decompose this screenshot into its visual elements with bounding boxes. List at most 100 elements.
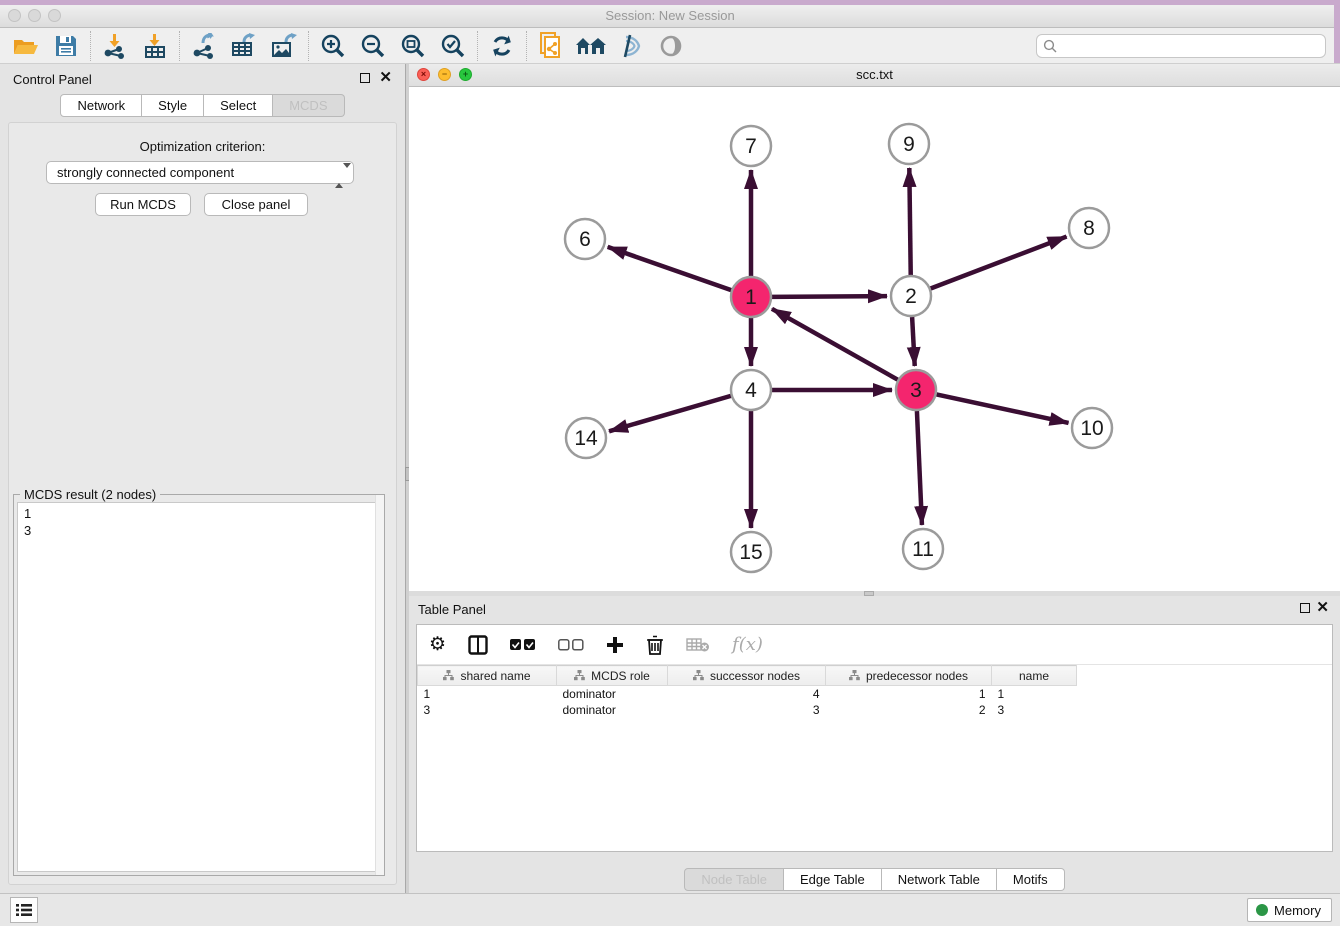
toolbar-separator	[477, 31, 478, 61]
column-predecessor-nodes[interactable]: predecessor nodes	[826, 666, 992, 686]
search-icon	[1043, 39, 1057, 58]
edge-1-6[interactable]	[608, 247, 732, 290]
table-row[interactable]: 1 dominator 4 1 1	[418, 686, 1333, 702]
show-graphics-icon[interactable]	[651, 31, 691, 61]
zoom-window-icon[interactable]	[48, 9, 61, 22]
mcds-result-scrollbar[interactable]	[375, 495, 384, 875]
graph-node-label: 14	[574, 427, 598, 450]
column-successor-nodes[interactable]: successor nodes	[668, 666, 826, 686]
table-panel: Table Panel ✕ ⚙	[409, 596, 1340, 866]
new-network-icon[interactable]	[531, 31, 571, 61]
close-network-icon[interactable]: ×	[417, 68, 430, 81]
settings-gear-icon[interactable]: ⚙	[429, 633, 446, 656]
hide-graphics-icon[interactable]	[611, 31, 651, 61]
criterion-value: strongly connected component	[57, 165, 234, 180]
column-layout-icon[interactable]	[468, 635, 488, 655]
search-input[interactable]	[1036, 34, 1326, 58]
graph-node-label: 11	[912, 538, 934, 561]
toolbar-separator	[90, 31, 91, 61]
float-table-panel-icon[interactable]	[1300, 603, 1310, 613]
desktop-strip	[1334, 5, 1340, 63]
node-table: shared name MCDS role successor nodes pr…	[417, 665, 1332, 718]
graph-node-label: 15	[739, 541, 762, 564]
open-session-icon[interactable]	[6, 31, 46, 61]
zoom-fit-icon[interactable]	[393, 31, 433, 61]
close-panel-icon[interactable]: ✕	[379, 73, 392, 83]
tab-select[interactable]: Select	[204, 94, 273, 117]
deselect-all-icon[interactable]	[558, 639, 584, 651]
tab-edge-table[interactable]: Edge Table	[784, 868, 882, 891]
edge-3-10[interactable]	[937, 394, 1069, 423]
application-window: Session: New Session	[0, 0, 1340, 926]
control-panel: Control Panel ✕ Network Style Select MCD…	[0, 64, 405, 893]
edge-2-3[interactable]	[912, 317, 915, 366]
table-row[interactable]: 3 dominator 3 2 3	[418, 702, 1333, 718]
mcds-panel-body: Optimization criterion: strongly connect…	[8, 122, 397, 885]
tab-network[interactable]: Network	[60, 94, 142, 117]
toolbar-separator	[526, 31, 527, 61]
network-view-window: × − + scc.txt 7968124314101511	[409, 64, 1340, 591]
table-header-row: shared name MCDS role successor nodes pr…	[418, 666, 1333, 686]
delete-trash-icon[interactable]	[646, 635, 664, 655]
zoom-selected-icon[interactable]	[433, 31, 473, 61]
add-column-icon[interactable]	[606, 636, 624, 654]
criterion-select[interactable]: strongly connected component	[46, 161, 354, 184]
graph-node-label: 9	[903, 133, 915, 156]
close-panel-button[interactable]: Close panel	[204, 193, 308, 216]
edge-3-1[interactable]	[772, 309, 898, 380]
toolbar-separator	[308, 31, 309, 61]
minimize-network-icon[interactable]: −	[438, 68, 451, 81]
tab-style[interactable]: Style	[142, 94, 204, 117]
maximize-network-icon[interactable]: +	[459, 68, 472, 81]
zoom-in-icon[interactable]	[313, 31, 353, 61]
main-toolbar	[0, 28, 1340, 64]
close-table-panel-icon[interactable]: ✕	[1316, 603, 1329, 613]
panel-list-button[interactable]	[10, 897, 38, 923]
graph-node-label: 4	[745, 379, 757, 402]
save-session-icon[interactable]	[46, 31, 86, 61]
column-mcds-role[interactable]: MCDS role	[557, 666, 668, 686]
search-field-wrap	[1036, 34, 1326, 58]
column-name[interactable]: name	[992, 666, 1077, 686]
control-panel-tabs: Network Style Select MCDS	[0, 94, 405, 117]
export-image-icon[interactable]	[264, 31, 304, 61]
tab-node-table[interactable]: Node Table	[684, 868, 784, 891]
network-graph[interactable]: 7968124314101511	[409, 87, 1340, 590]
import-table-icon[interactable]	[135, 31, 175, 61]
function-fx-icon[interactable]: f(x)	[732, 634, 763, 655]
edge-1-2[interactable]	[772, 296, 887, 297]
mcds-result-text[interactable]: 1 3	[17, 502, 381, 872]
column-shared-name[interactable]: shared name	[418, 666, 557, 686]
control-panel-title: Control Panel	[13, 72, 92, 87]
select-stepper-icon	[335, 165, 345, 186]
zoom-out-icon[interactable]	[353, 31, 393, 61]
graph-node-label: 10	[1080, 417, 1103, 440]
float-panel-icon[interactable]	[360, 73, 370, 83]
graph-node-label: 1	[745, 286, 757, 309]
memory-label: Memory	[1274, 903, 1321, 918]
app-titlebar: Session: New Session	[0, 5, 1340, 28]
network-canvas[interactable]: 7968124314101511	[409, 87, 1340, 590]
home-icon[interactable]	[571, 31, 611, 61]
minimize-window-icon[interactable]	[28, 9, 41, 22]
export-table-icon[interactable]	[224, 31, 264, 61]
import-network-icon[interactable]	[95, 31, 135, 61]
refresh-icon[interactable]	[482, 31, 522, 61]
edge-4-14[interactable]	[609, 396, 731, 431]
tab-mcds[interactable]: MCDS	[273, 94, 344, 117]
table-toolbar: ⚙ f(x)	[417, 625, 1332, 665]
delete-table-icon[interactable]	[686, 637, 710, 653]
close-window-icon[interactable]	[8, 9, 21, 22]
export-network-icon[interactable]	[184, 31, 224, 61]
graph-node-label: 7	[745, 135, 757, 158]
tab-motifs[interactable]: Motifs	[997, 868, 1065, 891]
edge-3-11[interactable]	[917, 411, 922, 525]
tab-network-table[interactable]: Network Table	[882, 868, 997, 891]
optimization-criterion-label: Optimization criterion:	[9, 139, 396, 154]
edge-2-9[interactable]	[909, 168, 910, 275]
graph-node-label: 8	[1083, 217, 1095, 240]
edge-2-8[interactable]	[931, 237, 1067, 289]
select-all-icon[interactable]	[510, 639, 536, 651]
memory-button[interactable]: Memory	[1247, 898, 1332, 922]
run-mcds-button[interactable]: Run MCDS	[95, 193, 191, 216]
